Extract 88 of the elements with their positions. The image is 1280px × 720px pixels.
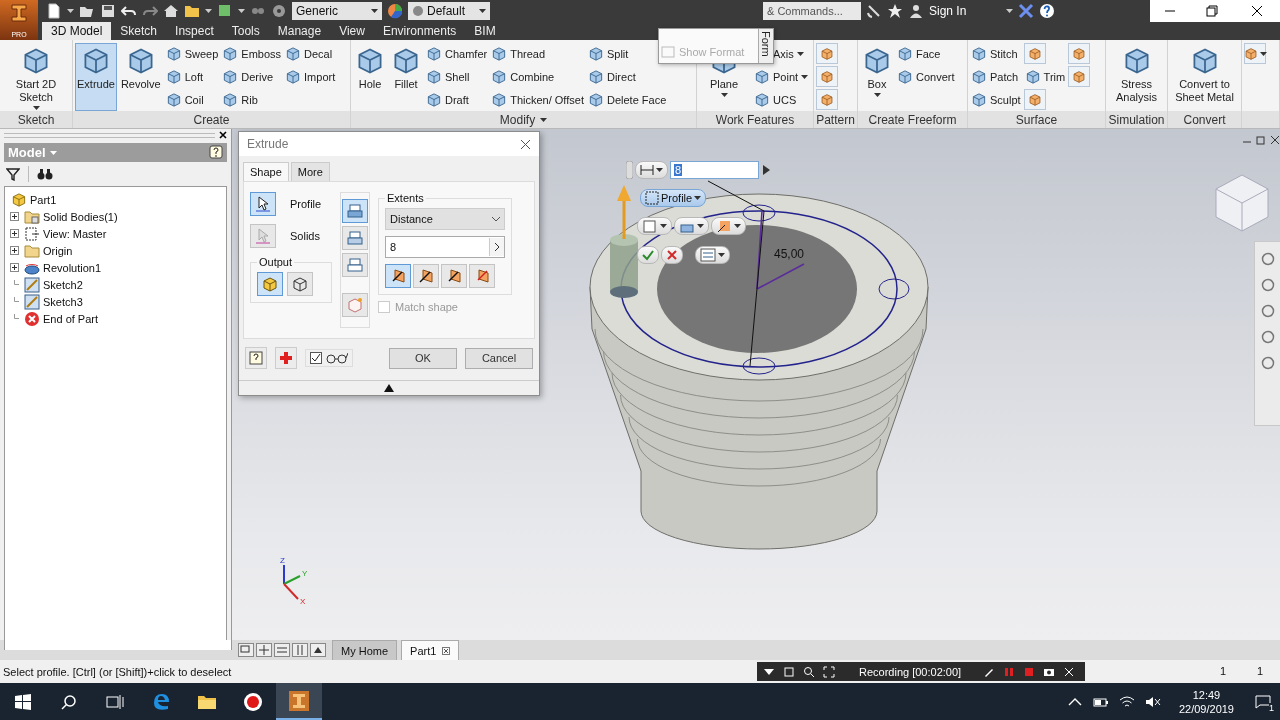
status-prompt: Select profile. [Ctrl] (or [Shift])+click to deselect xyxy=(3,665,232,678)
tree-item[interactable]: Sketch2 xyxy=(43,278,83,291)
ribbon-tool-button[interactable]: Revolve xyxy=(118,43,163,111)
ribbon-tool-button[interactable]: Start 2D Sketch xyxy=(2,43,70,111)
ribbon-tool-button[interactable]: Loft xyxy=(164,66,220,87)
extents-dropdown[interactable]: Distance xyxy=(385,208,505,230)
ribbon-tool-button[interactable]: Coil xyxy=(164,89,220,110)
tree-item[interactable]: End of Part xyxy=(43,312,99,325)
ribbon-tool-button[interactable]: Hole xyxy=(353,43,387,111)
status-counter: 1 xyxy=(1220,665,1227,678)
ribbon-tool-button[interactable]: Derive xyxy=(221,66,283,87)
ribbon-tool-button[interactable]: Chamfer xyxy=(425,43,489,64)
ribbon-tab[interactable]: BIM xyxy=(465,22,505,40)
ribbon-tool-button[interactable]: Box xyxy=(860,43,894,111)
ribbon-tab[interactable]: Inspect xyxy=(166,22,223,40)
panel-title: Work Features xyxy=(715,112,795,127)
ok-button[interactable]: OK xyxy=(389,347,457,369)
panel-title: Pattern xyxy=(816,112,855,127)
tree-item[interactable]: Revolution1 xyxy=(43,261,102,274)
ribbon-tool-button[interactable]: Combine xyxy=(490,66,585,87)
ribbon-tab[interactable]: Sketch xyxy=(111,22,167,40)
ribbon-tool-button[interactable]: Stitch xyxy=(970,43,1022,64)
panel-title: Create Freeform xyxy=(868,112,957,127)
ribbon-tool-button[interactable]: Delete Face xyxy=(586,89,668,110)
ribbon-tool-button[interactable]: Fillet xyxy=(389,43,423,111)
distance-field[interactable]: 8 xyxy=(670,161,759,179)
ribbon-tool-button[interactable]: Point xyxy=(753,66,810,87)
selector-label: Solids xyxy=(290,230,320,242)
ribbon-tool-button[interactable]: Face xyxy=(896,43,956,64)
axis-label: Z xyxy=(280,556,285,565)
tree-item[interactable]: Part1 xyxy=(30,193,57,206)
tree-item[interactable]: Origin xyxy=(43,244,73,257)
ribbon-tool-button[interactable]: Import xyxy=(284,66,337,87)
tree-item[interactable]: Solid Bodies(1) xyxy=(43,210,118,223)
checkbox-label: Match shape xyxy=(395,301,458,313)
ribbon-tool-button[interactable]: Shell xyxy=(425,66,489,87)
tree-item[interactable]: View: Master xyxy=(43,227,107,240)
axis-label: X xyxy=(300,597,306,606)
panel-title: Convert xyxy=(1183,112,1226,127)
ribbon-tool-button[interactable]: Extrude xyxy=(75,43,117,111)
distance-field[interactable]: 8 xyxy=(385,236,505,258)
ribbon-tab[interactable]: 3D Model xyxy=(42,22,112,40)
ribbon-tool-button[interactable]: Sculpt xyxy=(970,89,1022,110)
ribbon-tool-button[interactable]: Stress Analysis xyxy=(1108,43,1165,111)
ribbon-tool-button[interactable]: Convert xyxy=(896,66,956,87)
ribbon-tool-button[interactable]: Direct xyxy=(586,66,668,87)
ribbon-tab[interactable]: Environments xyxy=(373,22,466,40)
profile-button[interactable]: Profile xyxy=(640,189,707,207)
ribbon-tool-button[interactable]: Convert to Sheet Metal xyxy=(1170,43,1239,111)
selector-label: Profile xyxy=(290,198,322,210)
ribbon-tool-button[interactable]: Sweep xyxy=(164,43,220,64)
ribbon-tool-button[interactable]: Thicken/ Offset xyxy=(490,89,585,110)
recording-status: Recording [00:02:00] xyxy=(859,665,962,678)
ribbon-tool-button[interactable]: Trim xyxy=(1023,66,1067,87)
ribbon-tool-button[interactable]: Thread xyxy=(490,43,585,64)
dialog-tab[interactable]: More xyxy=(290,162,330,181)
dimension-label: 45,00 xyxy=(774,247,805,261)
ribbon-tool-button[interactable]: Decal xyxy=(284,43,337,64)
ribbon-tab[interactable]: View xyxy=(330,22,374,40)
ribbon-tab[interactable]: Manage xyxy=(268,22,331,40)
sign-in-link[interactable]: Sign In xyxy=(929,4,967,18)
group-label: Output xyxy=(258,256,294,268)
clock-date: 22/09/2019 xyxy=(1178,701,1234,716)
panel-title: Simulation xyxy=(1108,112,1165,127)
ribbon-tool-button[interactable]: Emboss xyxy=(221,43,283,64)
material-dropdown[interactable]: Generic xyxy=(292,2,382,20)
appearance-dropdown[interactable]: Default xyxy=(408,2,490,20)
axis-label: Y xyxy=(302,569,308,578)
status-counter: 1 xyxy=(1257,665,1264,678)
notification-button[interactable]: 1 xyxy=(1252,690,1274,713)
panel-title: Create xyxy=(193,112,230,127)
ribbon-tool-button[interactable]: UCS xyxy=(753,89,810,110)
ribbon-tool-button[interactable]: Draft xyxy=(425,89,489,110)
clock-time: 12:49 xyxy=(1192,687,1221,702)
document-tab[interactable]: My Home xyxy=(332,640,398,661)
cancel-button[interactable]: Cancel xyxy=(465,347,533,369)
document-tab[interactable]: Part1 xyxy=(401,640,460,661)
group-label: Extents xyxy=(386,192,425,204)
ribbon-tab[interactable]: Tools xyxy=(222,22,269,40)
panel-title: Sketch xyxy=(17,112,55,127)
panel-title: Modify xyxy=(499,112,536,127)
dialog-tab[interactable]: Shape xyxy=(243,162,289,181)
search-field[interactable]: & Commands... xyxy=(763,2,861,20)
panel-title: Surface xyxy=(1015,112,1058,127)
dialog-title: Extrude xyxy=(247,137,289,151)
ribbon-tool-button[interactable]: Rib xyxy=(221,89,283,110)
ribbon-tool-button[interactable]: Patch xyxy=(970,66,1022,87)
tree-item[interactable]: Sketch3 xyxy=(43,295,83,308)
